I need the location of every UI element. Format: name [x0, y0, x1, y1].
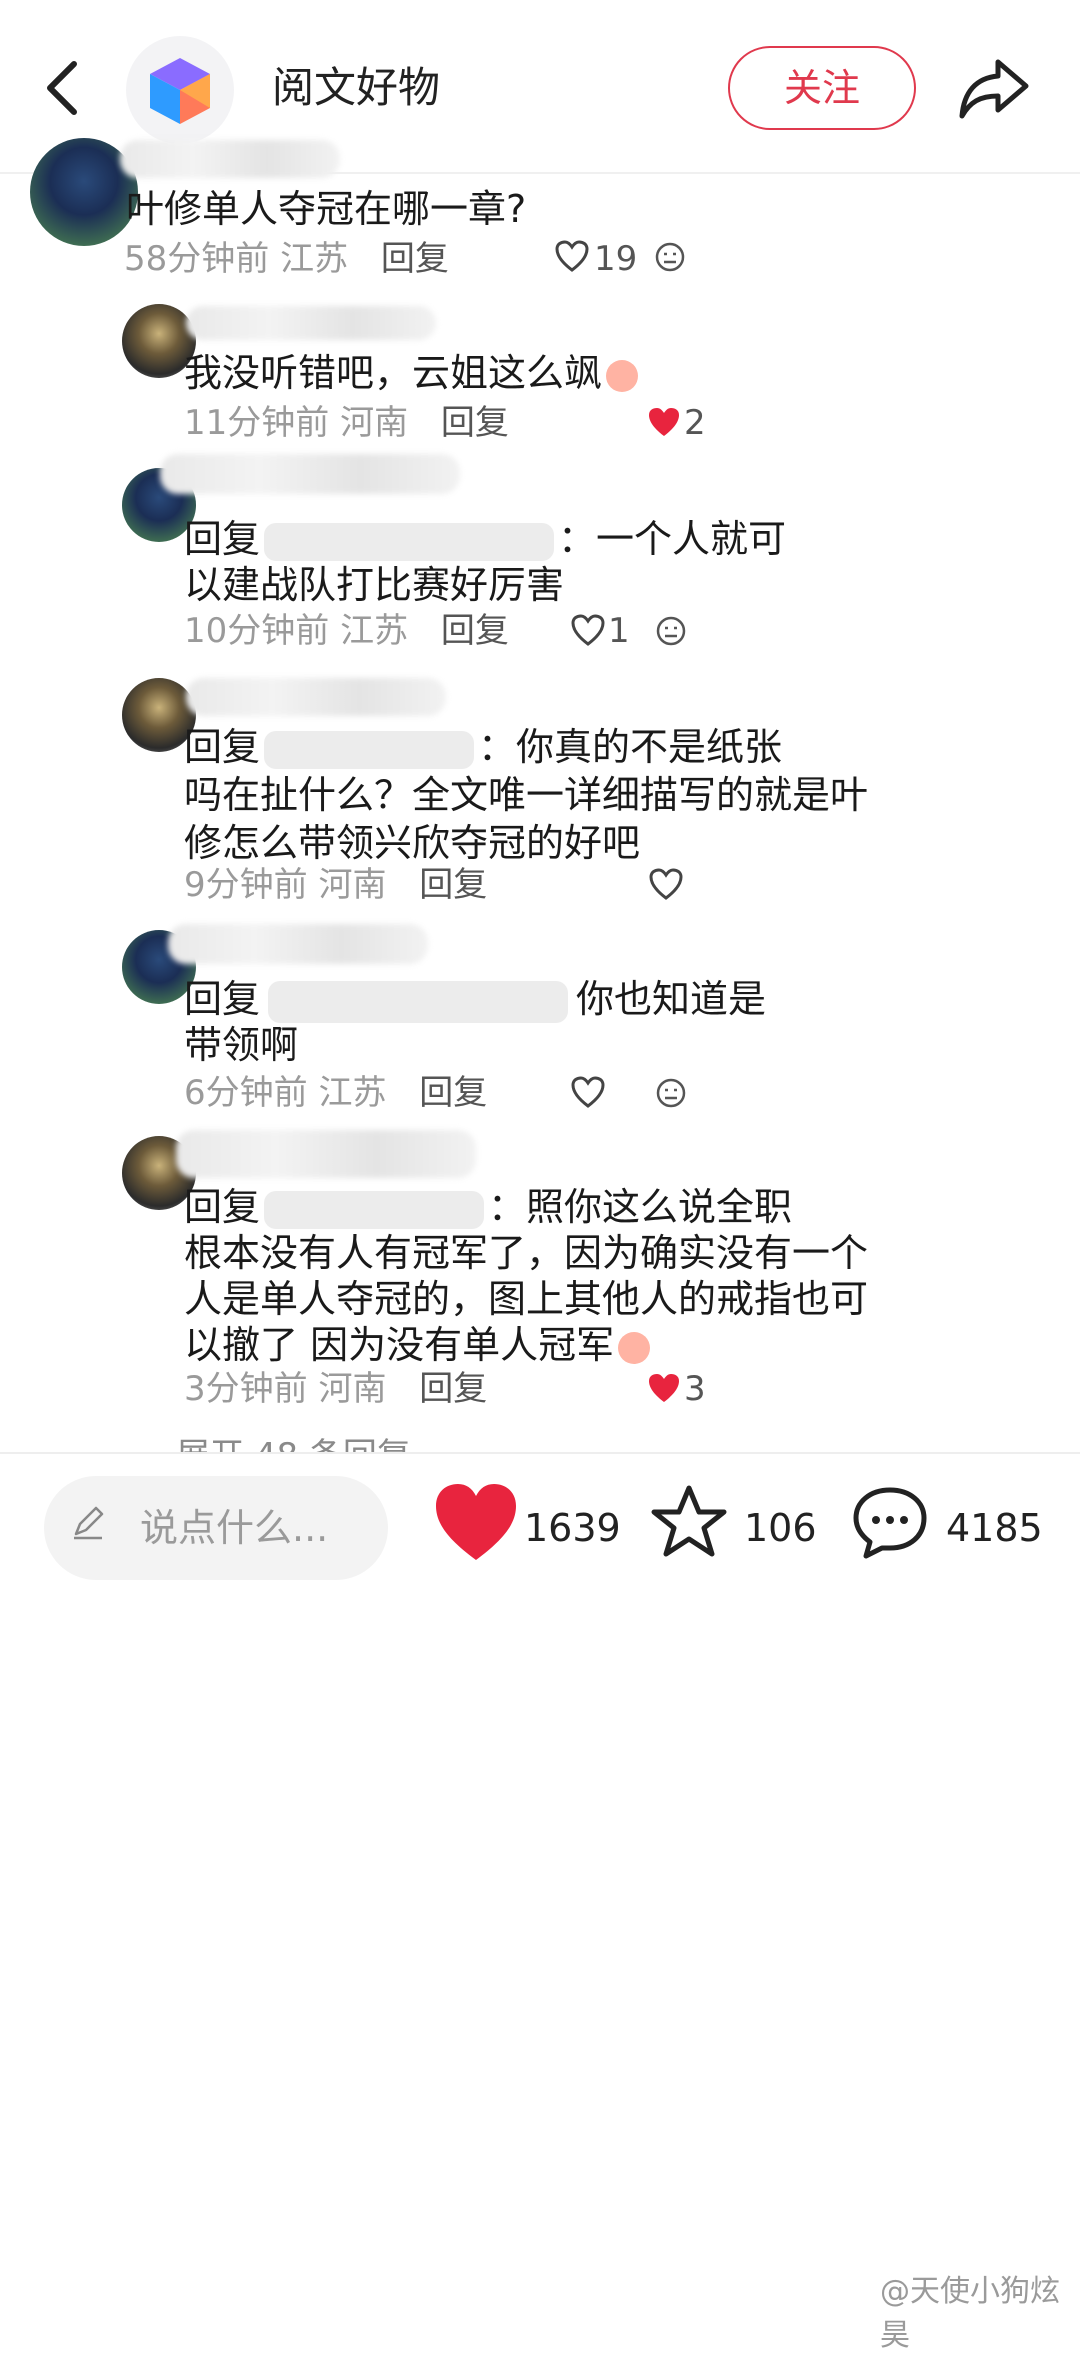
comment-location: 江苏 — [340, 611, 409, 651]
comment-meta: 58分钟前 江苏 回复 — [124, 234, 449, 284]
like-icon[interactable] — [571, 1076, 605, 1110]
dislike-face-icon[interactable] — [656, 1078, 686, 1108]
redacted-username — [176, 1130, 476, 1178]
redacted-username — [186, 306, 436, 340]
comment-meta: 9分钟前 河南 回复 — [184, 860, 487, 910]
reply-button[interactable]: 回复 — [381, 239, 449, 279]
comment-time: 10分钟前 — [184, 611, 330, 651]
like-icon[interactable] — [649, 868, 683, 902]
comment-location: 江苏 — [318, 1073, 387, 1113]
comment-location: 江苏 — [280, 239, 349, 279]
comment-location: 河南 — [318, 1369, 387, 1409]
redacted-mention — [268, 980, 569, 1023]
like-count: 19 — [594, 239, 638, 279]
like-heart-icon[interactable] — [432, 1482, 520, 1562]
like-count: 1 — [608, 611, 630, 651]
emoji-icon — [606, 359, 639, 392]
comment-count: 4185 — [946, 1506, 1043, 1550]
account-name[interactable]: 阅文好物 — [272, 58, 440, 118]
redacted-username — [186, 678, 446, 716]
pencil-icon — [74, 1506, 104, 1540]
reply-button[interactable]: 回复 — [419, 865, 487, 905]
dislike-face-icon[interactable] — [655, 242, 685, 272]
reply-button[interactable]: 回复 — [441, 611, 509, 651]
reply-button[interactable]: 回复 — [441, 403, 509, 443]
comment-time: 9分钟前 — [184, 865, 308, 905]
comment-meta: 3分钟前 河南 回复 — [184, 1364, 487, 1414]
like-count: 2 — [684, 403, 706, 443]
comment-text-content: 以撤了 因为没有单人冠军 — [184, 1323, 615, 1367]
emoji-icon — [618, 1331, 651, 1364]
reply-button[interactable]: 回复 — [419, 1369, 487, 1409]
watermark: @天使小狗炫昊 — [880, 2274, 1060, 2353]
comment-meta: 6分钟前 江苏 回复 — [184, 1068, 487, 1118]
like-count: 1639 — [524, 1506, 621, 1550]
like-count: 3 — [684, 1369, 706, 1409]
comment-location: 河南 — [318, 865, 387, 905]
reply-button[interactable]: 回复 — [419, 1073, 487, 1113]
liked-heart-icon[interactable] — [647, 1372, 681, 1404]
share-icon[interactable] — [958, 56, 1030, 120]
comment-input[interactable]: 说点什么... — [44, 1476, 388, 1580]
redacted-username — [168, 924, 428, 964]
comment-time: 3分钟前 — [184, 1369, 308, 1409]
comment-text-content: 你也知道是 — [576, 977, 767, 1021]
comment-time: 11分钟前 — [184, 403, 330, 443]
comment-meta: 10分钟前 江苏 回复 — [184, 606, 509, 656]
comment-location: 河南 — [340, 403, 409, 443]
star-icon[interactable] — [650, 1484, 728, 1560]
like-icon[interactable] — [555, 240, 589, 274]
star-count: 106 — [744, 1506, 817, 1550]
comment-bubble-icon[interactable] — [850, 1484, 930, 1562]
comment-placeholder: 说点什么... — [140, 1506, 329, 1550]
comment-text-content: ：一个人就可 — [558, 517, 787, 561]
comment-time: 6分钟前 — [184, 1073, 308, 1113]
comment-text-content: 我没听错吧，云姐这么飒 — [184, 351, 603, 395]
like-icon[interactable] — [571, 614, 605, 648]
liked-heart-icon[interactable] — [647, 406, 681, 438]
account-logo[interactable] — [126, 36, 234, 144]
comment-text: 叶修单人夺冠在哪一章? — [126, 187, 527, 231]
redacted-username — [120, 140, 340, 178]
comment-time: 58分钟前 — [124, 239, 270, 279]
bottom-bar: 说点什么... 1639 106 4185 — [0, 1452, 1080, 2329]
follow-button[interactable]: 关注 — [728, 46, 916, 130]
redacted-username — [160, 454, 460, 494]
comment-text: 我没听错吧，云姐这么飒 — [184, 340, 639, 406]
comment-meta: 11分钟前 河南 回复 — [184, 398, 509, 448]
dislike-face-icon[interactable] — [656, 616, 686, 646]
back-icon[interactable] — [40, 58, 84, 118]
